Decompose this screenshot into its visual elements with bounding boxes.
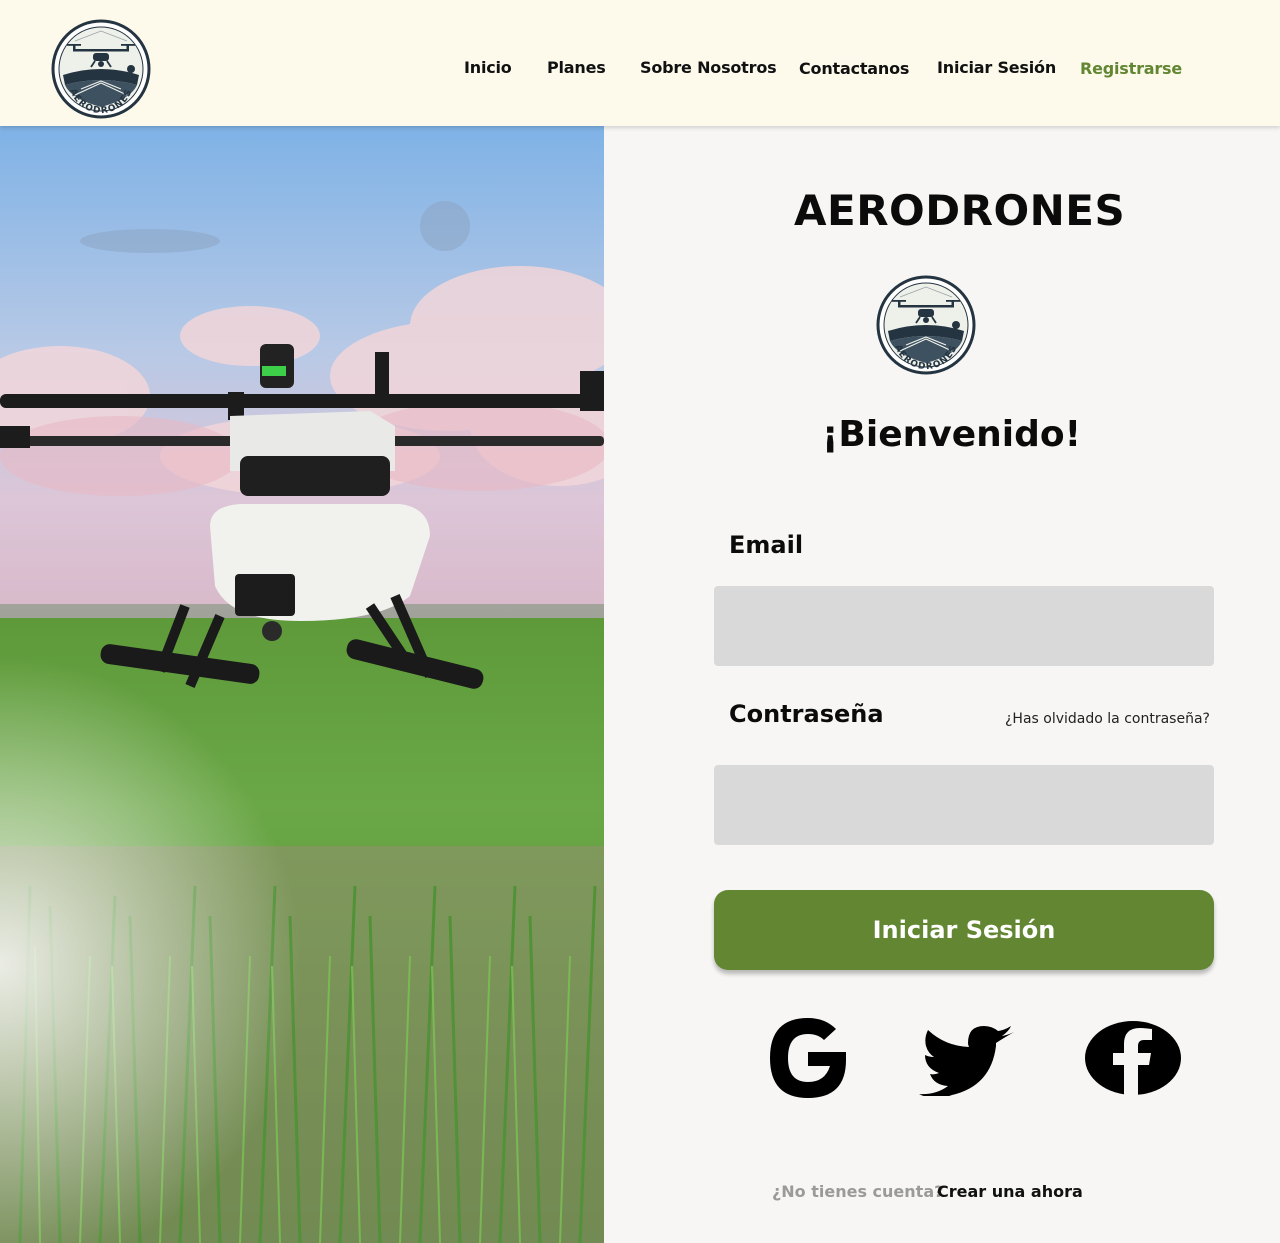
site-header: AERODRONES Inicio Planes Sobre Nosotros …	[0, 0, 1280, 126]
login-panel: AERODRONES AERODRONES ¡Bienvenido! Email…	[604, 126, 1280, 1243]
nav-iniciar-sesion-link[interactable]: Iniciar Sesión	[937, 58, 1056, 77]
nav-inicio-link[interactable]: Inicio	[464, 58, 512, 77]
twitter-icon[interactable]	[916, 1026, 1016, 1096]
create-account-link[interactable]: Crear una ahora	[937, 1182, 1083, 1201]
no-account-text: ¿No tienes cuenta?	[772, 1182, 944, 1201]
forgot-password-link[interactable]: ¿Has olvidado la contraseña?	[1005, 711, 1210, 727]
nav-planes-link[interactable]: Planes	[547, 58, 606, 77]
aerodrones-logo: AERODRONES	[876, 275, 976, 375]
email-label: Email	[729, 531, 804, 559]
google-icon[interactable]	[768, 1016, 848, 1100]
facebook-icon[interactable]	[1084, 1020, 1182, 1096]
welcome-heading: ¡Bienvenido!	[822, 414, 1082, 455]
aerodrones-logo[interactable]: AERODRONES	[51, 19, 151, 119]
email-field[interactable]	[714, 586, 1214, 666]
nav-sobre-nosotros-link[interactable]: Sobre Nosotros	[640, 58, 777, 77]
nav-contactanos-link[interactable]: Contactanos	[799, 59, 909, 78]
password-field[interactable]	[714, 765, 1214, 845]
password-label: Contraseña	[729, 700, 884, 728]
brand-title: AERODRONES	[794, 186, 1126, 235]
nav-registrarse-link[interactable]: Registrarse	[1080, 59, 1182, 78]
login-button[interactable]: Iniciar Sesión	[714, 890, 1214, 970]
hero-drone-image	[0, 126, 604, 1243]
